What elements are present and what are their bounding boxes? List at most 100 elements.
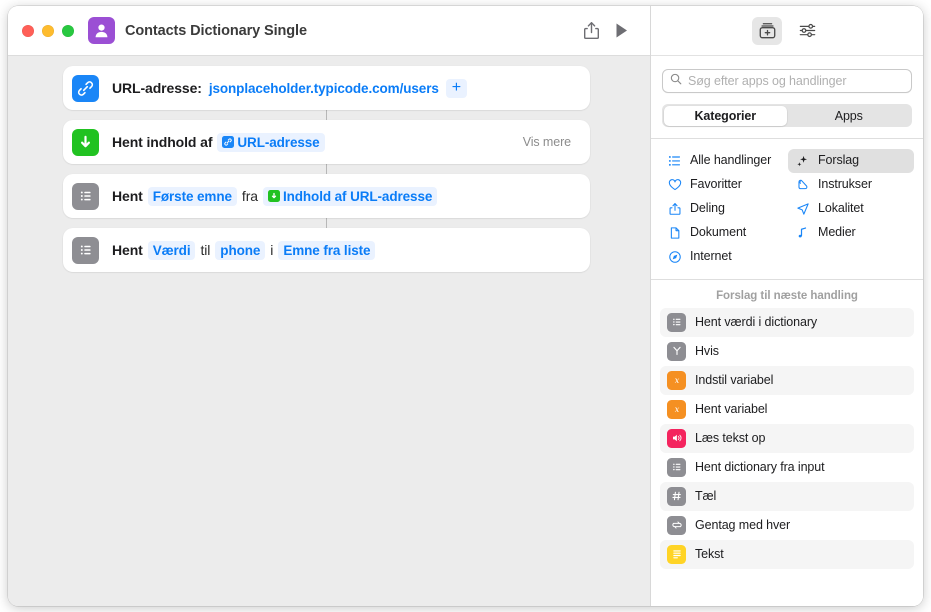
action-body: URL-adresse: jsonplaceholder.typicode.co…: [112, 78, 576, 98]
hash-icon: [667, 486, 686, 506]
sidebar-item-alle-handlinger[interactable]: Alle handlinger: [660, 149, 786, 173]
safari-compass-icon: [667, 249, 682, 264]
search-placeholder: Søg efter apps og handlinger: [688, 74, 847, 88]
svg-text:x: x: [674, 405, 679, 414]
library-segmented-control[interactable]: Kategorier Apps: [662, 104, 912, 127]
scroll-icon: [795, 177, 810, 192]
heart-icon: [667, 177, 682, 192]
list-item-label: Tekst: [695, 547, 724, 561]
value-token[interactable]: Værdi: [147, 240, 196, 260]
url-variable-token[interactable]: URL-adresse: [217, 132, 325, 152]
tab-apps[interactable]: Apps: [787, 106, 911, 126]
for-label: til: [200, 242, 211, 258]
variable-x-icon: x: [667, 399, 686, 419]
sidebar-item-label: Alle handlinger: [690, 152, 772, 167]
action-connector: [325, 218, 328, 228]
zoom-button[interactable]: [62, 24, 74, 37]
list-item-label: Hvis: [695, 344, 719, 358]
list-item[interactable]: x Hent variabel: [660, 395, 914, 424]
list-item[interactable]: Hvis: [660, 337, 914, 366]
sidebar-item-deling[interactable]: Deling: [660, 197, 786, 221]
search-input[interactable]: Søg efter apps og handlinger: [662, 69, 912, 93]
from-label: fra: [241, 188, 258, 204]
action-card-get-item[interactable]: Hent Første emne fra Indhold af URL-adre…: [63, 174, 590, 218]
list-item-label: Hent variabel: [695, 402, 768, 416]
sidebar-item-favoritter[interactable]: Favoritter: [660, 173, 786, 197]
minimize-button[interactable]: [42, 24, 54, 37]
contents-variable-token[interactable]: Indhold af URL-adresse: [262, 186, 438, 206]
editor-pane: Contacts Dictionary Single URL-adresse: …: [8, 6, 650, 606]
action-connector: [325, 164, 328, 174]
action-card-get-value[interactable]: Hent Værdi til phone i Emne fra liste: [63, 228, 590, 272]
suggestions-panel: Forslag til næste handling Hent værdi i …: [651, 278, 923, 606]
workflow-canvas: URL-adresse: jsonplaceholder.typicode.co…: [8, 56, 650, 606]
link-icon: [72, 74, 99, 102]
key-token[interactable]: phone: [215, 240, 266, 260]
list-item-label: Indstil variabel: [695, 373, 774, 387]
speaker-icon: [667, 428, 686, 448]
list-icon: [667, 457, 686, 477]
traffic-light-buttons[interactable]: [22, 24, 74, 37]
list-item[interactable]: Gentag med hver: [660, 511, 914, 540]
share-button[interactable]: [576, 16, 606, 46]
sidebar-item-label: Lokalitet: [818, 200, 864, 215]
svg-text:x: x: [674, 376, 679, 385]
list-item-label: Hent dictionary fra input: [695, 460, 825, 474]
list-item[interactable]: x Indstil variabel: [660, 365, 914, 395]
run-button[interactable]: [606, 16, 636, 46]
repeat-icon: [667, 515, 686, 535]
list-item-label: Læs tekst op: [695, 431, 766, 445]
search-icon: [670, 72, 682, 90]
text-lines-icon: [667, 544, 686, 564]
list-item[interactable]: Hent værdi i dictionary: [660, 307, 914, 337]
sidebar-item-label: Forslag: [818, 152, 859, 167]
action-connector: [325, 110, 328, 120]
action-body: Hent Værdi til phone i Emne fra liste: [112, 240, 576, 260]
sidebar-item-lokalitet[interactable]: Lokalitet: [788, 197, 914, 221]
show-more-button[interactable]: Vis mere: [523, 135, 571, 149]
variable-x-icon: x: [667, 370, 686, 390]
sidebar-item-instrukser[interactable]: Instrukser: [788, 173, 914, 197]
download-mini-icon: [267, 190, 280, 202]
library-toolbar: [651, 6, 923, 56]
action-card-url[interactable]: URL-adresse: jsonplaceholder.typicode.co…: [63, 66, 590, 110]
list-item-label: Hent værdi i dictionary: [695, 315, 818, 329]
page-title: Contacts Dictionary Single: [125, 22, 307, 39]
sparkles-icon: [795, 153, 810, 168]
tab-kategorier[interactable]: Kategorier: [663, 105, 787, 126]
sidebar-item-medier[interactable]: Medier: [788, 221, 914, 245]
get-label: Hent: [112, 188, 143, 204]
list-icon: [667, 312, 686, 332]
url-label: URL-adresse:: [112, 80, 202, 96]
get-label: Hent: [112, 242, 143, 258]
contacts-person-icon: [88, 17, 115, 44]
action-list: URL-adresse: jsonplaceholder.typicode.co…: [63, 66, 590, 272]
sidebar-item-internet[interactable]: Internet: [660, 245, 786, 269]
list-item[interactable]: Tekst: [660, 539, 914, 569]
document-icon: [667, 225, 682, 240]
in-label: i: [270, 242, 274, 258]
sidebar-item-forslag[interactable]: Forslag: [788, 148, 914, 173]
suggestions-header: Forslag til næste handling: [716, 289, 858, 302]
item-from-list-token[interactable]: Emne fra liste: [278, 240, 376, 260]
share-icon: [667, 201, 682, 216]
list-item[interactable]: Læs tekst op: [660, 423, 914, 453]
list-item[interactable]: Tæl: [660, 481, 914, 511]
list-item[interactable]: Hent dictionary fra input: [660, 453, 914, 482]
sidebar-item-dokument[interactable]: Dokument: [660, 221, 786, 245]
list-bullet-icon: [667, 153, 682, 168]
action-body: Hent indhold af URL-adresse Vis mere: [112, 132, 576, 152]
shortcuts-window: Contacts Dictionary Single URL-adresse: …: [8, 6, 923, 606]
sliders-icon[interactable]: [792, 17, 822, 45]
sidebar-item-label: Dokument: [690, 224, 747, 239]
add-url-button[interactable]: +: [445, 78, 468, 98]
close-button[interactable]: [22, 24, 34, 37]
sidebar-item-label: Internet: [690, 248, 732, 263]
sidebar-item-label: Instrukser: [818, 176, 872, 191]
action-library-icon[interactable]: [752, 16, 782, 45]
url-value-token[interactable]: jsonplaceholder.typicode.com/users: [207, 79, 441, 98]
branch-y-icon: [667, 341, 686, 361]
sidebar-item-label: Deling: [690, 200, 725, 215]
action-card-get-contents[interactable]: Hent indhold af URL-adresse Vis mere: [63, 120, 590, 164]
first-item-token[interactable]: Første emne: [147, 186, 237, 206]
